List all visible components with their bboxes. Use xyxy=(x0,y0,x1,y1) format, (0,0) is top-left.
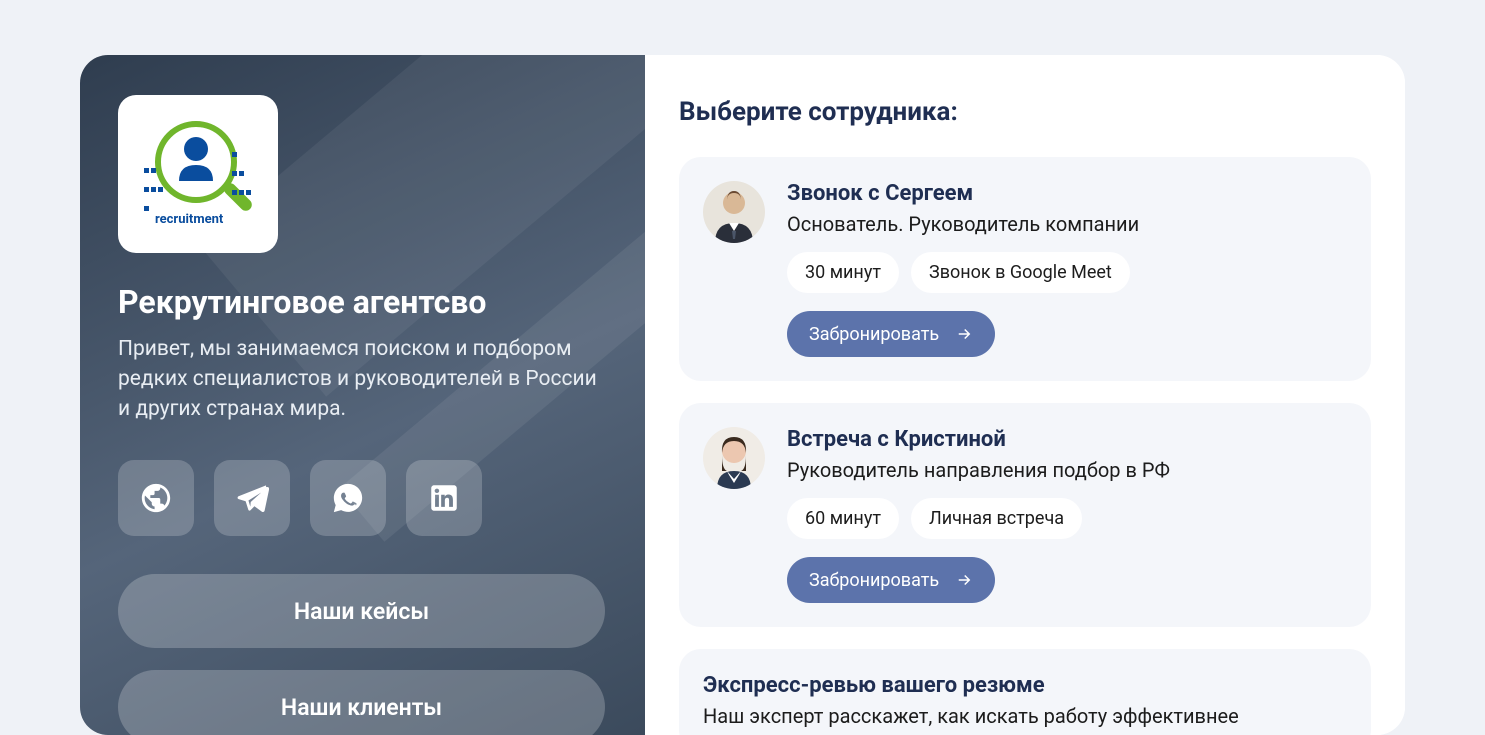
globe-icon[interactable] xyxy=(118,460,194,536)
telegram-icon[interactable] xyxy=(214,460,290,536)
employee-card: Звонок с Сергеем Основатель. Руководител… xyxy=(679,157,1371,381)
right-panel: Выберите сотрудника: Звонок с Сергеем Ос… xyxy=(645,55,1405,735)
main-container: recruitment Рекрутинговое агентсво Приве… xyxy=(80,55,1405,735)
logo-text: recruitment xyxy=(155,212,223,227)
duration-pill: 60 минут xyxy=(787,498,899,539)
left-panel: recruitment Рекрутинговое агентсво Приве… xyxy=(80,55,645,735)
social-links xyxy=(118,460,605,536)
book-button[interactable]: Забронировать xyxy=(787,311,995,357)
employee-card: Встреча с Кристиной Руководитель направл… xyxy=(679,403,1371,627)
express-subtitle: Наш эксперт расскажет, как искать работу… xyxy=(703,704,1347,728)
agency-description: Привет, мы занимаемся поиском и подбором… xyxy=(118,335,605,424)
employee-title: Встреча с Кристиной xyxy=(787,427,1347,452)
arrow-right-icon xyxy=(955,571,973,589)
arrow-right-icon xyxy=(955,325,973,343)
cases-button[interactable]: Наши кейсы xyxy=(118,574,605,648)
select-employee-title: Выберите сотрудника: xyxy=(679,97,1371,127)
employee-title: Звонок с Сергеем xyxy=(787,181,1347,206)
avatar xyxy=(703,181,765,243)
book-button[interactable]: Забронировать xyxy=(787,557,995,603)
person-icon xyxy=(171,133,221,183)
linkedin-icon[interactable] xyxy=(406,460,482,536)
employee-subtitle: Основатель. Руководитель компании xyxy=(787,212,1347,236)
employee-subtitle: Руководитель направления подбор в РФ xyxy=(787,458,1347,482)
link-buttons: Наши кейсы Наши клиенты xyxy=(118,574,605,735)
duration-pill: 30 минут xyxy=(787,252,899,293)
logo: recruitment xyxy=(118,95,278,253)
meeting-type-pill: Личная встреча xyxy=(911,498,1082,539)
meeting-type-pill: Звонок в Google Meet xyxy=(911,252,1130,293)
avatar xyxy=(703,427,765,489)
book-label: Забронировать xyxy=(809,570,939,591)
whatsapp-icon[interactable] xyxy=(310,460,386,536)
employee-cards: Звонок с Сергеем Основатель. Руководител… xyxy=(679,157,1371,735)
express-title: Экспресс-ревью вашего резюме xyxy=(703,673,1347,698)
express-card: Экспресс-ревью вашего резюме Наш эксперт… xyxy=(679,649,1371,735)
agency-title: Рекрутинговое агентсво xyxy=(118,283,605,321)
book-label: Забронировать xyxy=(809,324,939,345)
clients-button[interactable]: Наши клиенты xyxy=(118,670,605,735)
